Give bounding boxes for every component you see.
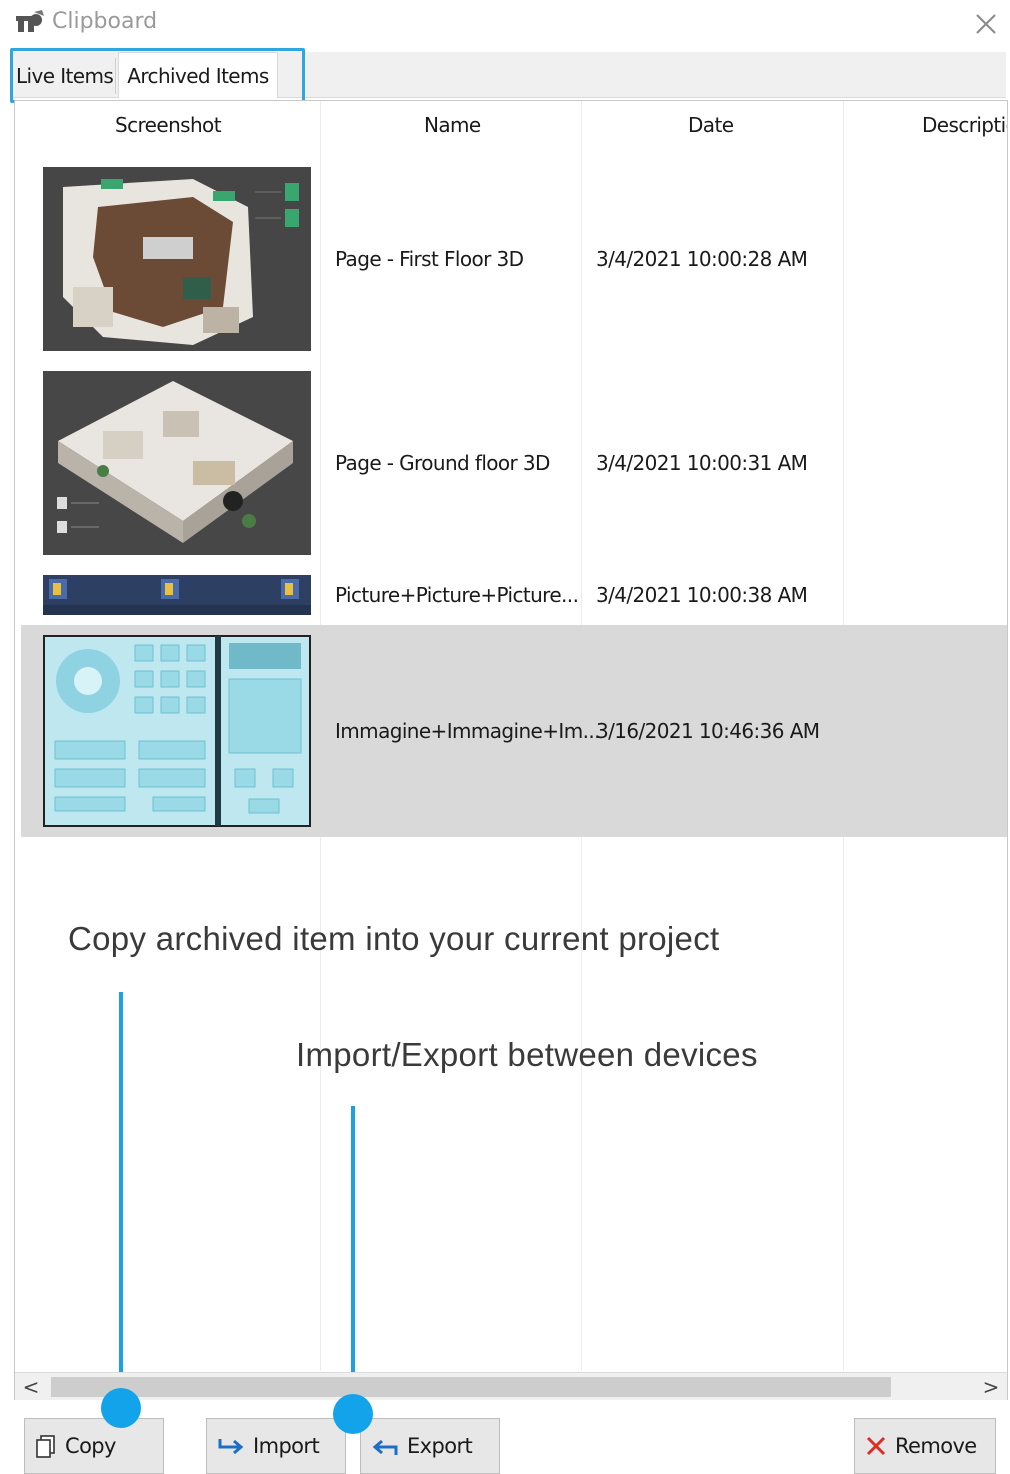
copy-pointer-line [119, 992, 123, 1412]
export-arrow-icon [372, 1439, 398, 1455]
horizontal-scrollbar[interactable]: < > [15, 1372, 1007, 1400]
screenshot-thumbnail [43, 371, 311, 555]
copy-hint-annotation: Copy archived item into your current pro… [68, 920, 720, 957]
remove-button-label: Remove [895, 1434, 977, 1458]
tab-archived-items[interactable]: Archived Items [118, 52, 278, 98]
row-name: Page - Ground floor 3D [335, 451, 550, 475]
copy-button[interactable]: Copy [24, 1418, 164, 1474]
import-export-pointer-dot [333, 1394, 373, 1434]
screenshot-thumbnail [43, 635, 311, 827]
close-icon [976, 14, 996, 34]
import-button[interactable]: Import [206, 1418, 346, 1474]
import-export-hint-annotation: Import/Export between devices [296, 1036, 758, 1073]
close-button[interactable] [966, 4, 1006, 44]
table-row[interactable]: Page - Ground floor 3D 3/4/2021 10:00:31… [21, 363, 1007, 563]
copy-icon [36, 1435, 55, 1458]
column-header-screenshot[interactable]: Screenshot [115, 113, 222, 137]
row-name: Page - First Floor 3D [335, 247, 524, 271]
row-name: Picture+Picture+Picture... [335, 583, 579, 607]
screenshot-thumbnail [43, 575, 311, 615]
export-button[interactable]: Export [360, 1418, 500, 1474]
table-row[interactable]: Picture+Picture+Picture... 3/4/2021 10:0… [21, 567, 1007, 623]
row-date: 3/16/2021 10:46:36 AM [596, 719, 820, 743]
scroll-left-arrow[interactable]: < [17, 1375, 45, 1399]
import-export-pointer-line [351, 1106, 355, 1412]
column-header-name[interactable]: Name [424, 113, 481, 137]
tab-live-items[interactable]: Live Items [14, 58, 116, 94]
copy-button-label: Copy [65, 1434, 116, 1458]
export-button-label: Export [407, 1434, 473, 1458]
window-title: Clipboard [52, 9, 158, 34]
row-date: 3/4/2021 10:00:38 AM [596, 583, 808, 607]
import-button-label: Import [253, 1434, 320, 1458]
row-date: 3/4/2021 10:00:28 AM [596, 247, 808, 271]
screenshot-thumbnail [43, 167, 311, 351]
remove-button[interactable]: Remove [854, 1418, 996, 1474]
row-date: 3/4/2021 10:00:31 AM [596, 451, 808, 475]
remove-x-icon [866, 1436, 886, 1456]
column-header-date[interactable]: Date [688, 113, 734, 137]
scroll-right-arrow[interactable]: > [977, 1375, 1005, 1399]
row-name: Immagine+Immagine+Im... [335, 719, 600, 743]
archived-items-list[interactable]: Screenshot Name Date Descriptic Page - F… [14, 100, 1008, 1400]
table-row-selected[interactable]: Immagine+Immagine+Im... 3/16/2021 10:46:… [21, 625, 1007, 837]
copy-pointer-dot [101, 1388, 141, 1428]
scrollbar-thumb[interactable] [51, 1377, 891, 1397]
table-row[interactable]: Page - First Floor 3D 3/4/2021 10:00:28 … [21, 161, 1007, 361]
title-bar: Clipboard [0, 0, 1010, 48]
column-header-description[interactable]: Descriptic [922, 113, 1007, 137]
import-arrow-icon [218, 1439, 244, 1455]
tp-logo-icon [16, 10, 44, 32]
